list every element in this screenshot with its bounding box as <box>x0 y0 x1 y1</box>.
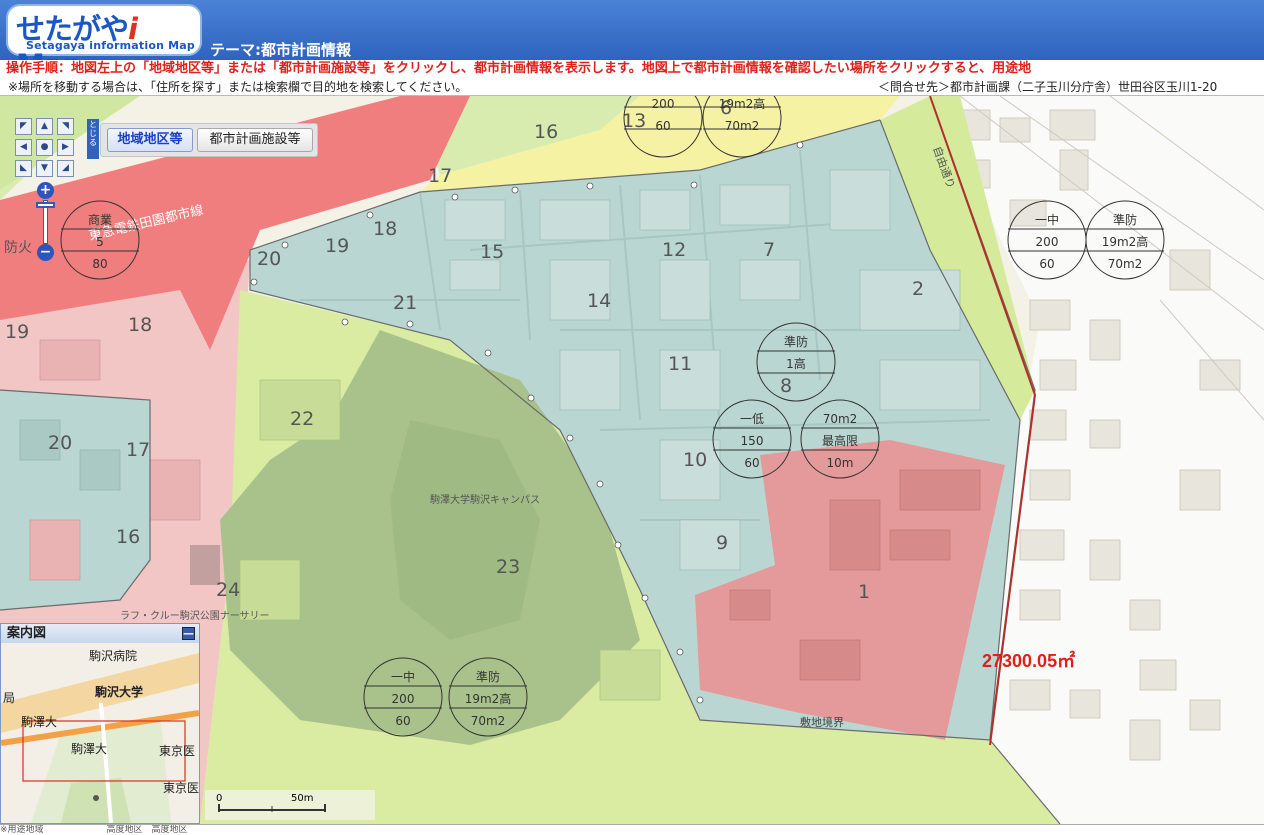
zm7-top: 商業 <box>88 212 112 227</box>
block-12: 12 <box>662 239 686 261</box>
block-16-left: 16 <box>116 526 140 548</box>
contact-info: ＜問合せ先＞都市計画課（二子玉川分庁舎）世田谷区玉川1-20 <box>878 80 1218 94</box>
area-measurement: 27300.05㎡ <box>982 651 1076 671</box>
zm9-bot: 70m2 <box>725 119 760 133</box>
guide-label-univ3: 駒澤大 <box>71 742 108 756</box>
block-2: 2 <box>912 278 924 300</box>
zm3-mid: 最高限 <box>822 433 858 448</box>
guide-map-view[interactable]: 駒沢病院 駒沢大学 駒澤大 駒澤大 東京医 東京医 局 <box>1 643 199 823</box>
pan-center-icon[interactable]: ● <box>36 139 53 156</box>
zm0-mid: 200 <box>1036 235 1059 249</box>
block-8: 8 <box>780 375 792 397</box>
zm1-top: 準防 <box>1113 212 1137 227</box>
block-17: 17 <box>428 165 452 187</box>
guide-label-univ: 駒沢大学 <box>95 685 144 699</box>
zm9-mid: 19m2高 <box>719 96 766 111</box>
block-11: 11 <box>668 353 692 375</box>
zoom-out-button[interactable]: − <box>37 244 54 261</box>
tab-facilities[interactable]: 都市計画施設等 <box>197 128 313 152</box>
guide-map-header: 案内図 — <box>1 624 199 643</box>
pan-south-icon[interactable]: ▼ <box>36 160 53 177</box>
boundary-label: 敷地境界 <box>800 715 844 729</box>
zm5-top: 一中 <box>391 669 415 684</box>
zm1-mid: 19m2高 <box>1102 234 1149 249</box>
zm4-top: 準防 <box>784 334 808 349</box>
block-18-left: 18 <box>128 314 152 336</box>
zoom-in-button[interactable]: + <box>37 182 54 199</box>
scale-zero: 0 <box>216 793 223 804</box>
zm0-top: 一中 <box>1035 212 1059 227</box>
pan-southwest-icon[interactable]: ◣ <box>15 160 32 177</box>
notes-bar: ※場所を移動する場合は、「住所を探す」または検索欄で目的地を検索してください。 … <box>0 78 1264 96</box>
zm2-bot: 60 <box>744 456 759 470</box>
fire-zone-label: 防火 <box>4 240 32 256</box>
zm3-bot: 10m <box>827 456 854 470</box>
pan-north-icon[interactable]: ▲ <box>36 118 53 135</box>
block-1: 1 <box>858 581 870 603</box>
guide-label-univ2: 駒澤大 <box>21 715 58 729</box>
pan-northeast-icon[interactable]: ◥ <box>57 118 74 135</box>
nursery-label: ラフ・クルー駒沢公園ナーサリー <box>120 609 270 622</box>
zm8-mid: 200 <box>652 97 675 111</box>
setagaya-imap-logo[interactable]: せたがやi Map Setagaya information Map <box>6 4 202 82</box>
block-7: 7 <box>763 239 775 261</box>
block-14: 14 <box>587 290 611 312</box>
note-left: ※場所を移動する場合は、「住所を探す」または検索欄で目的地を検索してください。 <box>8 80 468 94</box>
block-24: 24 <box>216 579 240 601</box>
zm1-bot: 70m2 <box>1108 257 1143 271</box>
zm5-mid: 200 <box>392 692 415 706</box>
block-18: 18 <box>373 218 397 240</box>
zoom-slider-handle[interactable] <box>36 202 55 208</box>
pan-northwest-icon[interactable]: ◤ <box>15 118 32 135</box>
zm2-mid: 150 <box>741 434 764 448</box>
pan-west-icon[interactable]: ◀ <box>15 139 32 156</box>
block-10: 10 <box>683 449 707 471</box>
guide-label-station: 局 <box>3 691 16 705</box>
zm0-bot: 60 <box>1039 257 1054 271</box>
zm7-bot: 80 <box>92 257 107 271</box>
scale-bar: 0 50m <box>205 790 375 820</box>
close-panel-button[interactable]: とじる <box>87 119 99 159</box>
zoom-control: + − <box>36 182 56 262</box>
zm2-top: 一低 <box>740 412 764 426</box>
pan-southeast-icon[interactable]: ◢ <box>57 160 74 177</box>
legend-strip: ※用途地域 高度地区 高度地区 <box>0 824 1264 835</box>
block-9: 9 <box>716 532 728 554</box>
guide-map-title: 案内図 <box>7 626 47 641</box>
block-20: 20 <box>257 248 281 270</box>
minimize-button[interactable]: — <box>182 627 195 640</box>
block-15: 15 <box>480 241 504 263</box>
zm7-mid: 5 <box>96 235 104 249</box>
block-23: 23 <box>496 556 520 578</box>
pan-east-icon[interactable]: ▶ <box>57 139 74 156</box>
block-19-left: 19 <box>5 321 29 343</box>
instructions-text: 操作手順：地図左上の「地域地区等」または「都市計画施設等」をクリックし、都市計画… <box>0 60 1264 78</box>
theme-title: テーマ:都市計画情報 <box>210 41 351 59</box>
block-19: 19 <box>325 235 349 257</box>
zm3-top: 70m2 <box>823 412 858 426</box>
zm6-top: 準防 <box>476 669 500 684</box>
logo-subtitle: Setagaya information Map <box>26 39 195 52</box>
zm5-bot: 60 <box>395 714 410 728</box>
layer-tabs: 地域地区等 都市計画施設等 <box>100 123 318 157</box>
block-21: 21 <box>393 292 417 314</box>
zm8-bot: 60 <box>655 119 670 133</box>
block-20-left: 20 <box>48 432 72 454</box>
app-header: せたがやi Map Setagaya information Map テーマ:都… <box>0 0 1264 82</box>
guide-label-tokyo1: 東京医 <box>159 744 196 758</box>
block-17-left: 17 <box>126 439 150 461</box>
pan-control: ◤ ▲ ◥ ◀ ● ▶ ◣ ▼ ◢ <box>15 118 77 180</box>
zm6-mid: 19m2高 <box>465 691 512 706</box>
scale-fifty: 50m <box>291 793 314 804</box>
campus-label: 駒澤大学駒沢キャンパス <box>430 493 540 506</box>
tab-zoning[interactable]: 地域地区等 <box>107 128 193 152</box>
guide-label-hospital: 駒沢病院 <box>89 649 138 663</box>
zm6-bot: 70m2 <box>471 714 506 728</box>
guide-label-tokyo2: 東京医 <box>163 781 199 795</box>
block-22: 22 <box>290 408 314 430</box>
block-16: 16 <box>534 121 558 143</box>
zm4-mid: 1高 <box>786 356 806 371</box>
guide-map-panel: 案内図 — 駒沢病院 駒沢大学 駒澤大 駒澤大 東京医 東京医 局 <box>0 623 200 824</box>
